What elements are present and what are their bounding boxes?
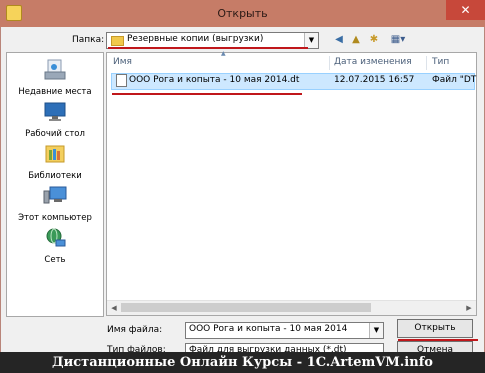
place-computer[interactable]: Этот компьютер (7, 185, 103, 223)
column-separator (426, 56, 427, 70)
folder-label: Папка: (72, 35, 105, 45)
chevron-down-icon[interactable]: ▼ (304, 33, 318, 48)
filename-input[interactable]: ООО Рога и копыта - 10 мая 2014 ▼ (185, 322, 384, 339)
chevron-down-icon[interactable]: ▼ (369, 323, 383, 338)
scroll-left-icon[interactable]: ◀ (108, 302, 120, 314)
place-label: Этот компьютер (18, 213, 92, 223)
scrollbar-thumb[interactable] (121, 303, 371, 312)
view-menu-icon[interactable]: ▦▾ (387, 33, 409, 47)
recent-places-icon (44, 59, 66, 80)
horizontal-scrollbar[interactable]: ◀ ▶ (107, 300, 476, 315)
places-sidebar: Недавние места Рабочий стол Библиотеки Э… (6, 52, 104, 317)
column-header-name[interactable]: Имя (113, 57, 132, 67)
desktop-icon (44, 102, 66, 121)
place-libraries[interactable]: Библиотеки (7, 143, 103, 181)
column-header-date[interactable]: Дата изменения (334, 57, 412, 67)
file-date: 12.07.2015 16:57 (334, 75, 415, 85)
filename-value: ООО Рога и копыта - 10 мая 2014 (189, 324, 348, 334)
close-button[interactable]: ✕ (446, 0, 485, 20)
folder-underline (108, 47, 308, 49)
place-label: Недавние места (18, 87, 92, 97)
open-button[interactable]: Открыть (397, 319, 473, 338)
file-list[interactable]: Имя ▲ Дата изменения Тип ООО Рога и копы… (106, 50, 477, 316)
sort-arrow-icon: ▲ (221, 50, 226, 57)
place-label: Рабочий стол (25, 129, 85, 139)
file-name: ООО Рога и копыта - 10 мая 2014.dt (129, 75, 300, 85)
back-arrow-icon[interactable]: ◀ (332, 33, 346, 47)
place-label: Сеть (44, 255, 66, 265)
window-title: Открыть (217, 7, 268, 20)
place-desktop[interactable]: Рабочий стол (7, 101, 103, 139)
filename-label: Имя файла: (107, 325, 163, 335)
column-separator (329, 56, 330, 70)
folder-value: Резервные копии (выгрузки) (127, 34, 264, 44)
course-banner: Дистанционные Онлайн Курсы - 1C.ArtemVM.… (0, 352, 485, 373)
up-folder-icon[interactable]: ▲ (349, 33, 363, 47)
folder-icon (111, 36, 124, 46)
libraries-icon (45, 145, 65, 163)
computer-icon (43, 186, 67, 204)
column-header-type[interactable]: Тип (432, 57, 449, 67)
place-recent[interactable]: Недавние места (7, 59, 103, 97)
file-icon (116, 74, 127, 87)
place-label: Библиотеки (28, 171, 82, 181)
file-underline (112, 93, 302, 95)
new-folder-icon[interactable]: ✱ (367, 33, 381, 47)
place-network[interactable]: Сеть (7, 227, 103, 265)
scroll-right-icon[interactable]: ▶ (463, 302, 475, 314)
file-type: Файл "DT (432, 75, 477, 85)
network-icon (46, 228, 66, 247)
